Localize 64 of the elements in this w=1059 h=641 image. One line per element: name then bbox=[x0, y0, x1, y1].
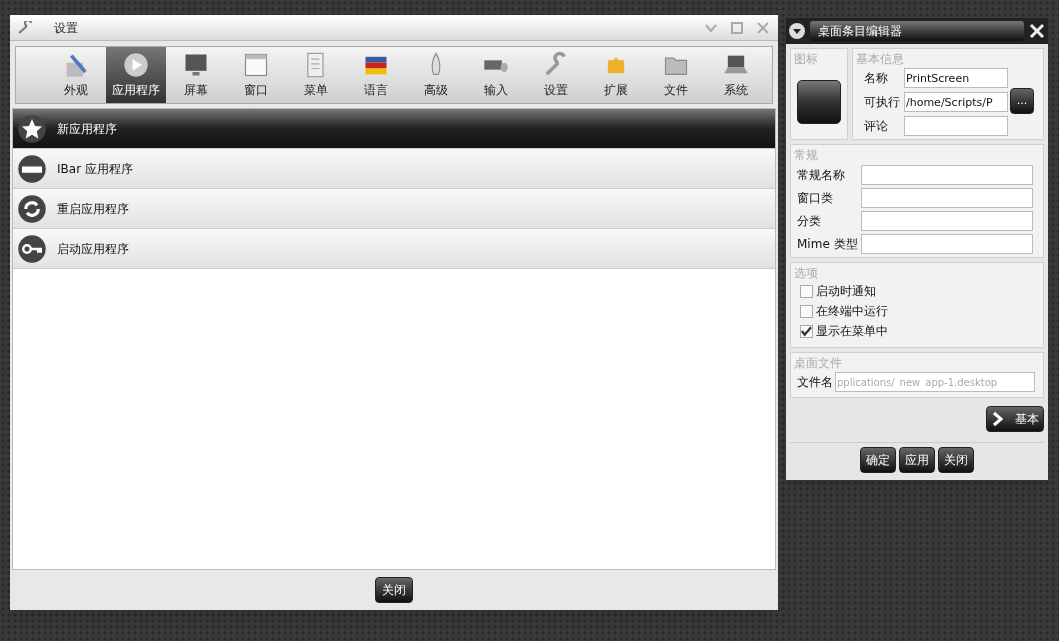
maximize-icon[interactable] bbox=[730, 20, 744, 35]
input-field[interactable] bbox=[861, 234, 1033, 254]
field-label: 常规名称 bbox=[797, 167, 846, 184]
list-item[interactable]: 新应用程序 bbox=[13, 109, 775, 149]
input-field[interactable]: PrintScreen bbox=[904, 68, 1008, 88]
toolbar-tab[interactable]: 应用程序 bbox=[106, 47, 166, 103]
toolbar-tab[interactable]: 外观 bbox=[46, 47, 106, 103]
key-icon bbox=[17, 233, 47, 264]
checkbox[interactable] bbox=[800, 284, 813, 298]
list-item[interactable]: IBar 应用程序 bbox=[13, 149, 775, 189]
icon-button[interactable] bbox=[797, 80, 841, 124]
checkbox-label: 在终端中运行 bbox=[816, 303, 888, 320]
minus-icon bbox=[17, 153, 47, 184]
chevron-right-icon bbox=[991, 411, 1005, 427]
checkbox-label: 显示在菜单中 bbox=[816, 323, 888, 340]
input-field[interactable]: /home/Scripts/P bbox=[904, 92, 1008, 112]
close-button[interactable]: 关闭 bbox=[375, 577, 413, 603]
toolbar-tab[interactable]: 扩展 bbox=[586, 47, 646, 103]
list-item-label: IBar 应用程序 bbox=[57, 160, 133, 178]
toolbar-tab[interactable]: 菜单 bbox=[286, 47, 346, 103]
toolbar-tab[interactable]: 语言 bbox=[346, 47, 406, 103]
toolbar-tab[interactable]: 设置 bbox=[526, 47, 586, 103]
input-field[interactable] bbox=[904, 116, 1008, 136]
section-title: 桌面文件 bbox=[794, 356, 843, 370]
basic-button[interactable]: 基本 bbox=[986, 406, 1044, 432]
toolbar-tab[interactable]: 屏幕 bbox=[166, 47, 226, 103]
list-item-label: 重启应用程序 bbox=[57, 200, 129, 218]
window-title: 设置 bbox=[54, 19, 78, 37]
input-field[interactable] bbox=[861, 188, 1033, 208]
list-item-label: 新应用程序 bbox=[57, 120, 117, 138]
section-title: 基本信息 bbox=[856, 52, 905, 66]
checkbox[interactable] bbox=[800, 324, 813, 338]
field-label: Mime 类型 bbox=[797, 236, 859, 253]
input-field[interactable] bbox=[861, 165, 1033, 185]
field-label: 文件名 bbox=[797, 374, 833, 391]
section-title: 常规 bbox=[794, 148, 819, 162]
toolbar-tab[interactable]: 系统 bbox=[706, 47, 766, 103]
field-label: 分类 bbox=[797, 213, 822, 230]
dialog-button[interactable]: 确定 bbox=[860, 447, 896, 473]
dialog-button[interactable]: 应用 bbox=[899, 447, 935, 473]
wrench-icon bbox=[18, 20, 34, 35]
field-label: 可执行 bbox=[864, 94, 901, 111]
circular-arrows-icon bbox=[17, 193, 47, 224]
list-item[interactable]: 启动应用程序 bbox=[13, 229, 775, 269]
toolbar-tab[interactable]: 高级 bbox=[406, 47, 466, 103]
dialog-button[interactable]: 关闭 bbox=[938, 447, 974, 473]
toolbar-tab[interactable]: 窗口 bbox=[226, 47, 286, 103]
section-title: 选项 bbox=[794, 266, 819, 280]
toolbar-tab[interactable]: 输入 bbox=[466, 47, 526, 103]
input-field[interactable] bbox=[861, 211, 1033, 231]
window-icon bbox=[242, 51, 270, 79]
window-title: 桌面条目编辑器 bbox=[810, 21, 1024, 41]
checkbox-label: 启动时通知 bbox=[816, 283, 876, 300]
toolbar-tab[interactable]: 文件 bbox=[646, 47, 706, 103]
list-item[interactable]: 重启应用程序 bbox=[13, 189, 775, 229]
play-icon bbox=[122, 51, 150, 79]
field-label: 评论 bbox=[864, 118, 889, 135]
menu-icon[interactable] bbox=[788, 22, 806, 40]
field-label: 名称 bbox=[864, 70, 889, 87]
section-title: 图标 bbox=[794, 52, 819, 66]
list-item-label: 启动应用程序 bbox=[57, 240, 129, 258]
field-label: 窗口类 bbox=[797, 190, 834, 207]
browse-button[interactable]: ... bbox=[1010, 88, 1034, 114]
checkbox[interactable] bbox=[800, 304, 813, 318]
